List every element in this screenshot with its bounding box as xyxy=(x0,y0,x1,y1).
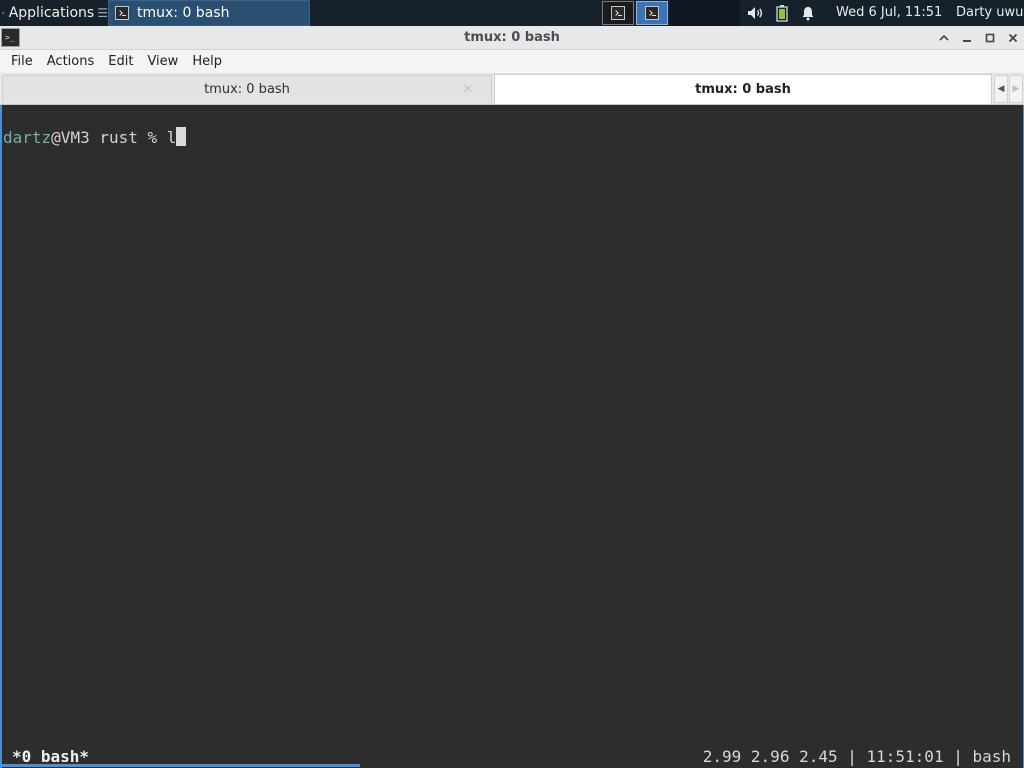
tmux-status-right: 2.99 2.96 2.45 | 11:51:01 | bash xyxy=(702,747,1011,766)
prompt-line: dartz@VM3 rust % l xyxy=(3,127,187,147)
menu-edit[interactable]: Edit xyxy=(101,54,140,69)
maximize-button[interactable] xyxy=(981,29,999,47)
system-tray xyxy=(745,0,819,26)
text-cursor xyxy=(176,127,187,146)
battery-icon[interactable] xyxy=(771,0,793,26)
shade-button[interactable] xyxy=(935,29,953,47)
taskbar-window-button[interactable]: tmux: 0 bash xyxy=(108,0,310,26)
tab-close-icon[interactable]: ✕ xyxy=(462,82,473,97)
maximize-icon xyxy=(985,33,995,43)
prompt-user: dartz xyxy=(3,128,52,147)
minimize-button[interactable] xyxy=(958,29,976,47)
terminal-icon xyxy=(645,6,659,20)
tab-scroll-right-icon[interactable]: ▶ xyxy=(1009,75,1023,103)
terminal-icon xyxy=(611,6,625,20)
close-button[interactable] xyxy=(1004,29,1022,47)
menu-file[interactable]: File xyxy=(4,54,40,69)
minimize-icon xyxy=(963,40,971,42)
prompt-host-path: @VM3 rust % xyxy=(51,128,167,147)
applications-menu-glyph: ☰ xyxy=(97,6,108,20)
terminal-scroll-indicator xyxy=(2,764,360,767)
close-icon xyxy=(1008,33,1018,43)
chevron-up-icon xyxy=(939,34,949,41)
menu-view[interactable]: View xyxy=(140,54,185,69)
bell-icon[interactable] xyxy=(797,0,819,26)
terminal-area[interactable]: dartz@VM3 rust % l *0 bash* 2.99 2.96 2.… xyxy=(0,105,1024,768)
menubar: File Actions Edit View Help xyxy=(0,50,1024,74)
workspace-area xyxy=(670,0,740,26)
tab-2-active[interactable]: tmux: 0 bash xyxy=(494,74,992,104)
user-menu[interactable]: Darty uwu xyxy=(956,5,1023,20)
menu-help[interactable]: Help xyxy=(185,54,229,69)
xfce-logo-icon xyxy=(2,11,5,15)
workspace-1[interactable] xyxy=(602,1,634,25)
typed-input: l xyxy=(166,128,177,147)
tab-bar: tmux: 0 bash ✕ tmux: 0 bash ◀ ▶ xyxy=(0,74,1024,105)
workspace-2-active[interactable] xyxy=(636,1,668,25)
volume-icon[interactable] xyxy=(745,0,767,26)
terminal-icon xyxy=(115,6,129,20)
tab-1[interactable]: tmux: 0 bash ✕ xyxy=(2,75,492,103)
taskbar-window-title: tmux: 0 bash xyxy=(137,5,230,21)
top-panel: Applications ☰ tmux: 0 bash Wed 6 Jul, 1… xyxy=(0,0,1024,26)
clock[interactable]: Wed 6 Jul, 11:51 xyxy=(836,5,942,20)
applications-label: Applications xyxy=(8,5,95,21)
window-titlebar[interactable]: >_ tmux: 0 bash xyxy=(0,26,1024,50)
window-title: tmux: 0 bash xyxy=(464,30,560,45)
tab-1-label: tmux: 0 bash xyxy=(204,82,290,97)
menu-actions[interactable]: Actions xyxy=(40,54,102,69)
tab-scroll-left-icon[interactable]: ◀ xyxy=(994,75,1008,103)
applications-menu-button[interactable]: Applications ☰ xyxy=(0,0,108,26)
tab-2-label: tmux: 0 bash xyxy=(695,82,791,97)
